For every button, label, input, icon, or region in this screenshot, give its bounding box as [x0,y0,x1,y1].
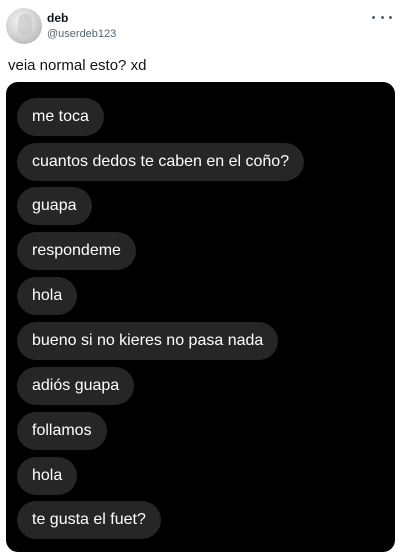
chat-message-bubble: respondeme [17,232,136,270]
chat-message-bubble: hola [17,457,78,495]
tweet-card: deb @userdeb123 veia normal esto? xd me … [0,0,400,557]
author-display-name[interactable]: deb [47,11,68,25]
more-dot [389,15,392,19]
avatar[interactable] [6,8,42,44]
chat-message-bubble: me toca [17,98,104,136]
tweet-text: veia normal esto? xd [8,57,147,74]
chat-message-bubble: guapa [17,187,92,225]
author-handle[interactable]: @userdeb123 [47,28,116,40]
more-dot [380,15,384,19]
chat-message-bubble: hola [17,277,78,315]
tweet-header: deb @userdeb123 [0,0,400,52]
chat-message-bubble: follamos [17,412,107,450]
avatar-image [18,14,32,36]
chat-message-bubble: cuantos dedos te caben en el coño? [17,143,305,181]
chat-message-bubble: te gusta el fuet? [17,501,161,539]
more-horizontal-icon[interactable] [372,10,392,24]
tweet-media-screenshot[interactable]: me toca cuantos dedos te caben en el coñ… [6,82,395,552]
chat-message-bubble: bueno si no kieres no pasa nada [17,322,279,360]
chat-message-bubble: adiós guapa [17,367,135,405]
more-dot [372,15,375,19]
